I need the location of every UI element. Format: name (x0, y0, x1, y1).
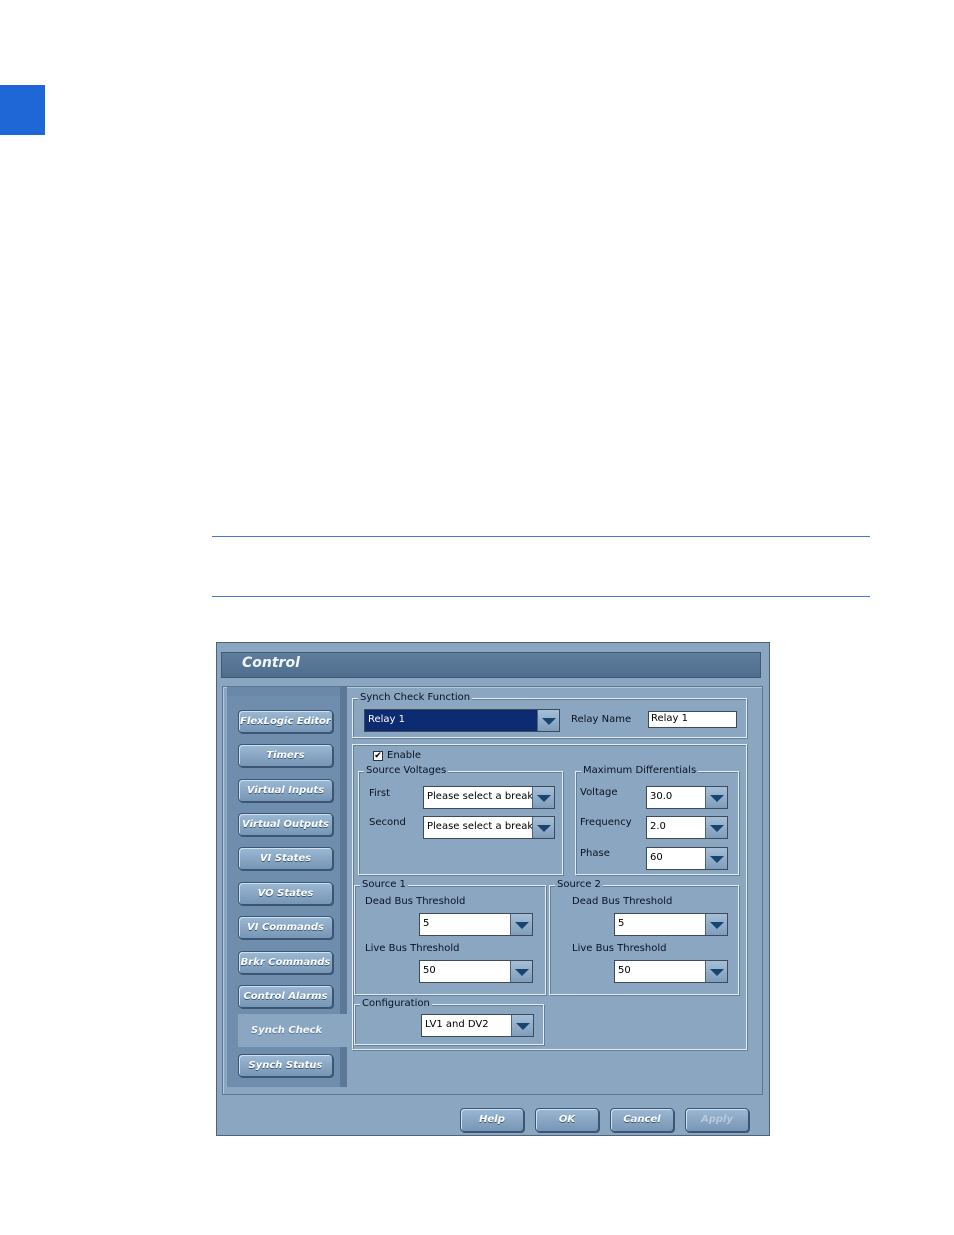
chevron-down-icon[interactable] (532, 787, 554, 808)
source1-group: Source 1 Dead Bus Threshold 5 Live Bus T… (354, 879, 546, 995)
help-button[interactable]: Help (460, 1108, 524, 1132)
relay-name-value: Relay 1 (651, 713, 689, 724)
voltage-label: Voltage (580, 787, 618, 798)
maximum-differentials-group: Maximum Differentials Voltage 30.0 Frequ… (575, 765, 739, 875)
source-voltages-group: Source Voltages First Please select a br… (358, 765, 563, 875)
chevron-down-icon[interactable] (510, 961, 532, 982)
source1-dead-bus-value: 5 (423, 918, 430, 929)
title-bar: Control (221, 652, 761, 678)
nav-virtual-outputs-button[interactable]: Virtual Outputs (238, 813, 333, 836)
source2-live-bus-value: 50 (618, 965, 631, 976)
enable-label: Enable (387, 750, 422, 761)
chevron-down-icon[interactable] (510, 914, 532, 935)
chevron-down-icon[interactable] (511, 1015, 533, 1036)
source1-live-bus-label: Live Bus Threshold (365, 943, 460, 954)
second-source-select[interactable]: Please select a breaker (423, 816, 555, 839)
sidebar: FlexLogic Editor Timers Virtual Inputs V… (227, 687, 358, 1087)
nav-flexlogic-editor-button[interactable]: FlexLogic Editor (238, 710, 333, 733)
ok-button[interactable]: OK (535, 1108, 599, 1132)
first-source-value: Please select a breaker (427, 791, 544, 802)
synch-check-function-label: Synch Check Function (358, 692, 473, 704)
dialog-title: Control (242, 655, 300, 671)
nav-synch-status-button[interactable]: Synch Status (238, 1054, 333, 1077)
phase-select[interactable]: 60 (646, 847, 728, 870)
first-source-select[interactable]: Please select a breaker (423, 786, 555, 809)
source2-group: Source 2 Dead Bus Threshold 5 Live Bus T… (549, 879, 739, 995)
nav-brkr-commands-button[interactable]: Brkr Commands (238, 951, 333, 974)
frequency-select[interactable]: 2.0 (646, 816, 728, 839)
phase-label: Phase (580, 848, 610, 859)
settings-group: ✔ Enable Source Voltages First Please se… (352, 744, 747, 1050)
maximum-differentials-label: Maximum Differentials (581, 765, 699, 777)
relay-name-input[interactable]: Relay 1 (648, 711, 737, 728)
voltage-select[interactable]: 30.0 (646, 786, 728, 809)
control-dialog: Control FlexLogic Editor Timers Virtual … (216, 642, 770, 1136)
configuration-group: Configuration LV1 and DV2 (354, 998, 544, 1045)
apply-button[interactable]: Apply (685, 1108, 749, 1132)
source2-dead-bus-select[interactable]: 5 (614, 913, 728, 936)
source2-dead-bus-value: 5 (618, 918, 625, 929)
source2-live-bus-select[interactable]: 50 (614, 960, 728, 983)
nav-vo-states-button[interactable]: VO States (238, 882, 333, 905)
source1-live-bus-value: 50 (423, 965, 436, 976)
chevron-down-icon[interactable] (705, 961, 727, 982)
synch-check-function-group: Synch Check Function Relay 1 Relay Name … (352, 692, 747, 738)
voltage-value: 30.0 (650, 791, 673, 802)
nav-vi-commands-button[interactable]: VI Commands (238, 916, 333, 939)
nav-synch-check-tab-active[interactable]: Synch Check (238, 1014, 358, 1047)
chevron-down-icon[interactable] (537, 710, 559, 731)
relay-name-label: Relay Name (571, 714, 632, 725)
bottom-divider (212, 596, 870, 597)
top-divider (212, 536, 870, 537)
frequency-label: Frequency (580, 817, 632, 828)
second-label: Second (369, 817, 406, 828)
relay-select-value: Relay 1 (368, 714, 406, 725)
source2-label: Source 2 (555, 879, 603, 891)
configuration-value: LV1 and DV2 (425, 1019, 489, 1030)
phase-value: 60 (650, 852, 663, 863)
nav-virtual-inputs-button[interactable]: Virtual Inputs (238, 779, 333, 802)
chevron-down-icon[interactable] (705, 914, 727, 935)
first-label: First (369, 788, 391, 799)
source2-dead-bus-label: Dead Bus Threshold (572, 896, 673, 907)
page-side-tab (0, 85, 45, 135)
source1-dead-bus-label: Dead Bus Threshold (365, 896, 466, 907)
chevron-down-icon[interactable] (705, 787, 727, 808)
configuration-select[interactable]: LV1 and DV2 (421, 1014, 534, 1037)
source2-live-bus-label: Live Bus Threshold (572, 943, 667, 954)
frequency-value: 2.0 (650, 821, 666, 832)
second-source-value: Please select a breaker (427, 821, 544, 832)
configuration-label: Configuration (360, 998, 432, 1010)
relay-select[interactable]: Relay 1 (364, 709, 560, 732)
nav-timers-button[interactable]: Timers (238, 744, 333, 767)
source1-live-bus-select[interactable]: 50 (419, 960, 533, 983)
chevron-down-icon[interactable] (705, 817, 727, 838)
nav-control-alarms-button[interactable]: Control Alarms (238, 985, 333, 1008)
chevron-down-icon[interactable] (532, 817, 554, 838)
enable-checkbox[interactable]: ✔ (373, 751, 383, 761)
source1-label: Source 1 (360, 879, 408, 891)
source1-dead-bus-select[interactable]: 5 (419, 913, 533, 936)
cancel-button[interactable]: Cancel (610, 1108, 674, 1132)
source-voltages-label: Source Voltages (364, 765, 449, 777)
nav-vi-states-button[interactable]: VI States (238, 847, 333, 870)
chevron-down-icon[interactable] (705, 848, 727, 869)
sidebar-top (227, 687, 340, 696)
